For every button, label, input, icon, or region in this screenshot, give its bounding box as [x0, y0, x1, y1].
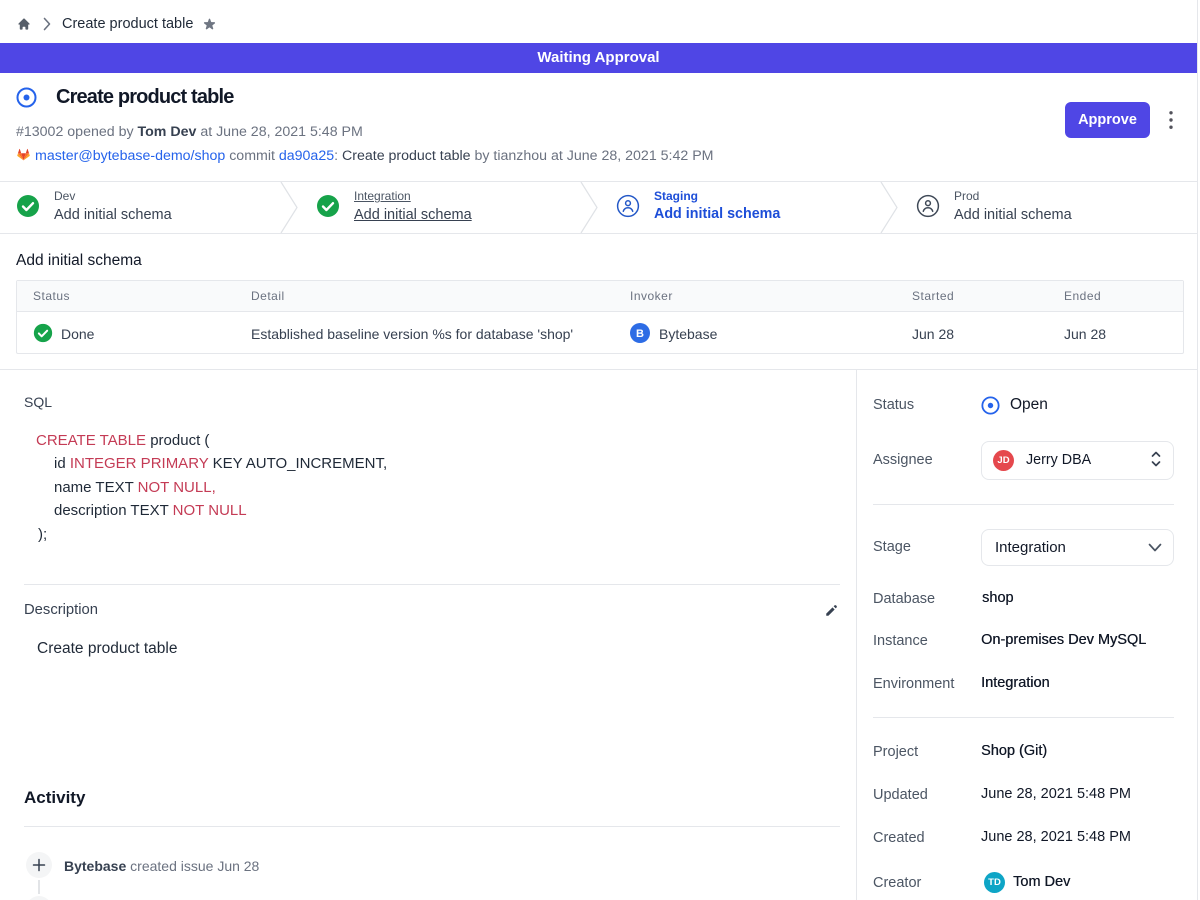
- svg-text:B: B: [636, 328, 644, 340]
